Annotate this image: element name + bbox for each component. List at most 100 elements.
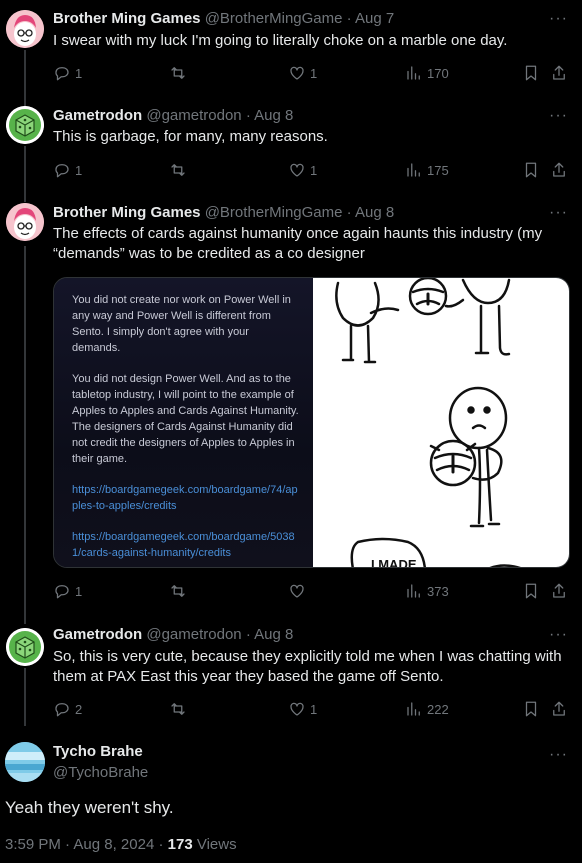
author-handle[interactable]: @gametrodon [146,107,241,124]
tweet[interactable]: Brother Ming Games @BrotherMingGame · Au… [0,0,582,100]
author-handle[interactable]: @BrotherMingGame [205,10,343,27]
media-link: https://boardgamegeek.com/boardgame/5038… [72,531,295,559]
like-count: 1 [310,162,318,178]
author-name[interactable]: Gametrodon [53,107,142,124]
like-button[interactable]: 1 [288,161,317,179]
tweet-header: Brother Ming Games @BrotherMingGame · Au… [53,9,394,29]
retweet-button[interactable] [169,700,191,718]
tycho-brahe-avatar[interactable] [5,742,45,782]
like-count: 1 [310,701,318,717]
tweet-date[interactable]: Aug 8 [254,626,293,643]
reply-icon [55,164,69,178]
bookmark-icon [525,65,537,81]
tweet[interactable]: Gametrodon @gametrodon · Aug 8 ··· So, t… [0,620,582,725]
tweet-header: Gametrodon @gametrodon · Aug 8 [53,625,293,645]
reply-count: 1 [75,583,83,599]
like-button[interactable]: 1 [288,700,317,718]
more-icon[interactable]: ··· [549,108,568,124]
comic-drawing: I MADE [335,278,521,568]
retweet-button[interactable] [169,582,191,600]
views-label: Views [196,836,237,853]
share-button[interactable] [550,700,568,718]
more-icon[interactable]: ··· [549,205,568,221]
author-handle[interactable]: @gametrodon [146,626,241,643]
retweet-icon [171,585,185,597]
separator: · [65,836,71,853]
reply-count: 2 [75,701,83,717]
author-name[interactable]: Tycho Brahe [53,742,143,761]
views-button[interactable]: 373 [405,582,449,600]
tweet-date[interactable]: Aug 8, 2024 [73,836,154,853]
tweet-header: Gametrodon @gametrodon · Aug 8 [53,106,293,126]
separator: · [346,10,352,27]
separator: · [245,626,251,643]
views-count: 222 [427,701,449,717]
retweet-icon [171,703,185,715]
more-icon[interactable]: ··· [549,627,568,643]
brother-ming-avatar[interactable] [6,10,44,48]
bookmark-icon [525,162,537,178]
share-button[interactable] [550,64,568,82]
retweet-button[interactable] [169,64,191,82]
views-icon [407,584,420,598]
tweet-text: So, this is very cute, because they expl… [53,648,562,685]
views-button[interactable]: 175 [405,161,449,179]
bookmark-button[interactable] [522,700,540,718]
tweet-time[interactable]: 3:59 PM [5,836,61,853]
tweet-date[interactable]: Aug 7 [355,10,394,27]
views-button[interactable]: 170 [405,64,449,82]
reply-button[interactable]: 2 [53,700,82,718]
tweet-text: Yeah they weren't shy. [5,798,174,817]
author-handle[interactable]: @TychoBrahe [53,763,148,782]
comic-text: I MADE [371,557,417,568]
like-button[interactable]: 1 [288,64,317,82]
reply-icon [55,67,69,81]
bookmark-button[interactable] [522,582,540,600]
bookmark-icon [525,583,537,599]
author-name[interactable]: Gametrodon [53,626,142,643]
screenshot-image[interactable]: You did not create nor work on Power Wel… [54,278,313,567]
gametrodon-dice-avatar[interactable] [6,106,44,144]
bookmark-button[interactable] [522,161,540,179]
bookmark-button[interactable] [522,64,540,82]
author-name[interactable]: Brother Ming Games [53,204,201,221]
author-handle[interactable]: @BrotherMingGame [205,204,343,221]
like-button[interactable] [288,582,310,600]
tweet-date[interactable]: Aug 8 [254,107,293,124]
separator: · [158,836,164,853]
gametrodon-dice-avatar[interactable] [6,628,44,666]
retweet-button[interactable] [169,161,191,179]
share-icon [553,65,565,80]
more-icon[interactable]: ··· [549,747,568,763]
reply-button[interactable]: 1 [53,582,82,600]
tweet-media[interactable]: You did not create nor work on Power Wel… [53,277,570,568]
views-count: 173 [167,836,193,853]
media-paragraph: You did not design Power Well. And as to… [72,373,299,465]
heart-icon [290,66,304,80]
reply-count: 1 [75,162,83,178]
reply-count: 1 [75,65,83,81]
share-icon [553,701,565,716]
tweet-date[interactable]: Aug 8 [355,204,394,221]
reply-button[interactable]: 1 [53,161,82,179]
author-name[interactable]: Brother Ming Games [53,10,201,27]
tweet-actions: 1 373 [53,582,572,602]
reply-button[interactable]: 1 [53,64,82,82]
share-icon [553,162,565,177]
heart-icon [290,702,304,716]
tweet-actions-row: 1 373 [0,582,582,602]
views-icon [407,66,420,80]
share-button[interactable] [550,582,568,600]
heart-icon [290,584,304,598]
tweet[interactable]: Gametrodon @gametrodon · Aug 8 ··· This … [0,100,582,197]
like-count: 1 [310,65,318,81]
retweet-icon [171,67,185,79]
brother-ming-avatar[interactable] [6,203,44,241]
tweet-text: This is garbage, for many, many reasons. [53,128,328,145]
tweet-header: Brother Ming Games @BrotherMingGame · Au… [53,203,394,223]
comic-image[interactable]: I MADE [313,278,569,568]
more-icon[interactable]: ··· [549,11,568,27]
views-button[interactable]: 222 [405,700,449,718]
views-count: 175 [427,162,449,178]
share-button[interactable] [550,161,568,179]
